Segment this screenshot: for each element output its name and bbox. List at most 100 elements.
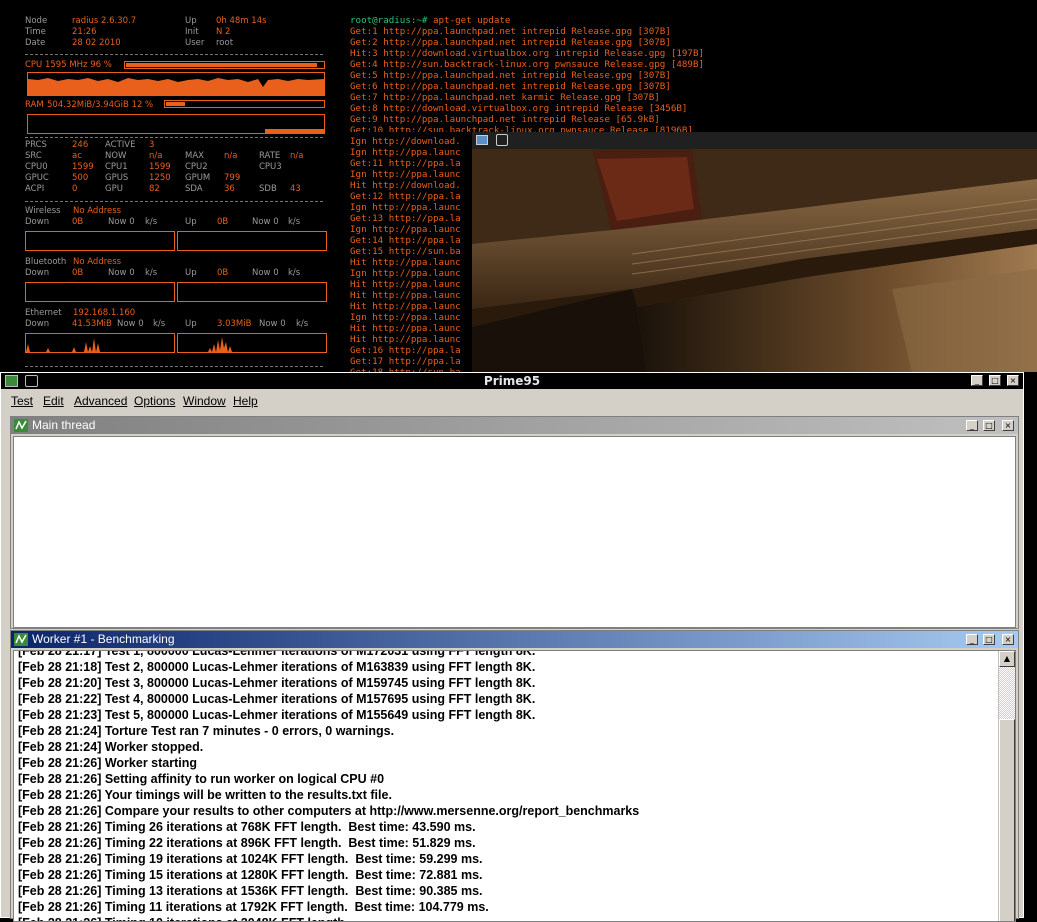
down-total: 41.53MiB: [72, 319, 112, 329]
vertical-scrollbar[interactable]: ▲: [998, 651, 1015, 921]
ethernet-down-plot: [26, 338, 174, 352]
menu-edit[interactable]: Edit: [43, 394, 64, 408]
down-unit: k/s: [153, 319, 166, 329]
bluetooth-down-graph: [25, 282, 175, 302]
log-line: [Feb 28 21:17] Test 1, 800000 Lucas-Lehm…: [18, 650, 536, 658]
stat-label: RATE: [259, 151, 281, 161]
divider: [25, 137, 323, 138]
prime95-window[interactable]: Prime95 _ □ × Test Edit Advanced Options…: [0, 372, 1024, 922]
up-now: Now 0: [259, 319, 286, 329]
minimize-icon[interactable]: _: [971, 375, 983, 386]
up-label: Up: [185, 16, 197, 26]
bluetooth-address: No Address: [73, 257, 122, 267]
terminal-line: Get:7 http://ppa.launchpad.net karmic Re…: [350, 92, 660, 103]
menu-help-label: Help: [233, 394, 258, 408]
game-scene-image[interactable]: [472, 149, 1037, 372]
stat-value: 0: [72, 184, 78, 194]
log-line: [Feb 28 21:26] Compare your results to o…: [18, 804, 640, 818]
maximize-icon[interactable]: □: [989, 375, 1001, 386]
scroll-up-icon[interactable]: ▲: [999, 651, 1015, 667]
terminal-line: Hit http://ppa.launc: [350, 301, 461, 312]
child-maximize-icon[interactable]: □: [983, 420, 995, 431]
stat-value: 246: [72, 140, 89, 150]
worker-window[interactable]: Worker #1 - Benchmarking _ □ × [Feb 28 2…: [10, 630, 1019, 922]
up-label: Up: [185, 268, 197, 278]
scrollbar-track[interactable]: [999, 667, 1015, 719]
down-unit: k/s: [145, 268, 158, 278]
up-now: Now 0: [252, 217, 279, 227]
up-label: Up: [185, 217, 197, 227]
terminal-line: Get:9 http://ppa.launchpad.net intrepid …: [350, 114, 660, 125]
cpu-graph-plot: [28, 78, 324, 95]
menu-test[interactable]: Test: [11, 394, 33, 408]
terminal-command: apt-get update: [427, 15, 511, 26]
stat-label: GPUS: [105, 173, 129, 183]
terminal-line: Hit:3 http://download.virtualbox.org int…: [350, 48, 705, 59]
stat-label: CPU1: [105, 162, 128, 172]
terminal-line: Get:14 http://ppa.la: [350, 235, 461, 246]
log-line: [Feb 28 21:26] Timing 19 iterations at 1…: [18, 852, 483, 866]
game-window-titlebar[interactable]: [472, 132, 1037, 149]
terminal-line: Get:15 http://sun.ba: [350, 246, 461, 257]
stat-value: n/a: [149, 151, 163, 161]
stat-value: 799: [224, 173, 241, 183]
cpu-bar-fill: [126, 63, 318, 67]
window-menu-icon[interactable]: [496, 134, 508, 146]
down-now: Now 0: [108, 268, 135, 278]
terminal-line: Hit http://ppa.launc: [350, 323, 461, 334]
menu-options[interactable]: Options: [134, 394, 175, 408]
cpu-readout: CPU 1595 MHz 96 %: [25, 60, 112, 70]
down-label: Down: [25, 268, 50, 278]
ram-label: RAM: [25, 100, 44, 110]
menu-help[interactable]: Help: [233, 394, 258, 408]
main-thread-titlebar[interactable]: Main thread _ □ ×: [11, 417, 1018, 434]
down-now: Now 0: [117, 319, 144, 329]
ethernet-down-graph: [25, 333, 175, 353]
terminal-line: Get:11 http://ppa.la: [350, 158, 461, 169]
game-window[interactable]: [472, 132, 1037, 372]
child-close-icon[interactable]: ×: [1002, 634, 1014, 645]
divider: [25, 54, 323, 55]
cpu-bar: [124, 61, 325, 69]
menu-options-label: Options: [134, 394, 176, 408]
terminal-prompt: root@radius:~#: [350, 15, 428, 26]
worker-log[interactable]: [Feb 28 21:17] Test 1, 800000 Lucas-Lehm…: [13, 650, 1016, 922]
child-maximize-icon[interactable]: □: [983, 634, 995, 645]
menu-advanced[interactable]: Advanced: [74, 394, 127, 408]
stat-label: GPUC: [25, 173, 49, 183]
close-icon[interactable]: ×: [1007, 375, 1019, 386]
worker-titlebar[interactable]: Worker #1 - Benchmarking _ □ ×: [11, 631, 1018, 648]
child-close-icon[interactable]: ×: [1002, 420, 1014, 431]
main-thread-output[interactable]: [13, 436, 1016, 628]
stat-value: 36: [224, 184, 235, 194]
terminal-line: Ign http://download.: [350, 136, 461, 147]
child-minimize-icon[interactable]: _: [966, 634, 978, 645]
terminal-line: Get:2 http://ppa.launchpad.net intrepid …: [350, 37, 671, 48]
down-now: Now 0: [108, 217, 135, 227]
cpu-graph: [27, 72, 325, 96]
down-label: Down: [25, 217, 50, 227]
wireless-address: No Address: [73, 206, 122, 216]
terminal-line: Get:8 http://download.virtualbox.org int…: [350, 103, 688, 114]
node-value: radius 2.6.30.7: [72, 16, 137, 26]
up-total: 0B: [217, 268, 229, 278]
terminal-line: Get:10 http://sun.backtrack-linux.org pw…: [350, 125, 693, 132]
log-line: [Feb 28 21:20] Test 3, 800000 Lucas-Lehm…: [18, 676, 536, 690]
menu-bar: Test Edit Advanced Options Window Help: [1, 390, 1023, 412]
menu-window[interactable]: Window: [183, 394, 226, 408]
stat-label: MAX: [185, 151, 204, 161]
terminal-line: Hit http://ppa.launc: [350, 290, 461, 301]
terminal-line: Get:16 http://ppa.la: [350, 345, 461, 356]
terminal-line: Ign http://ppa.launc: [350, 268, 461, 279]
stat-label: SDA: [185, 184, 203, 194]
terminal-line: Ign http://ppa.launc: [350, 147, 461, 158]
terminal-line: Hit http://download.: [350, 180, 461, 191]
prime95-titlebar[interactable]: Prime95 _ □ ×: [1, 373, 1023, 389]
bluetooth-up-graph: [177, 282, 327, 302]
child-minimize-icon[interactable]: _: [966, 420, 978, 431]
date-value: 28 02 2010: [72, 38, 121, 48]
stat-value: 1599: [72, 162, 94, 172]
scrollbar-thumb[interactable]: [999, 719, 1015, 921]
log-line: [Feb 28 21:26] Timing 13 iterations at 1…: [18, 884, 483, 898]
main-thread-window[interactable]: Main thread _ □ ×: [10, 416, 1019, 629]
